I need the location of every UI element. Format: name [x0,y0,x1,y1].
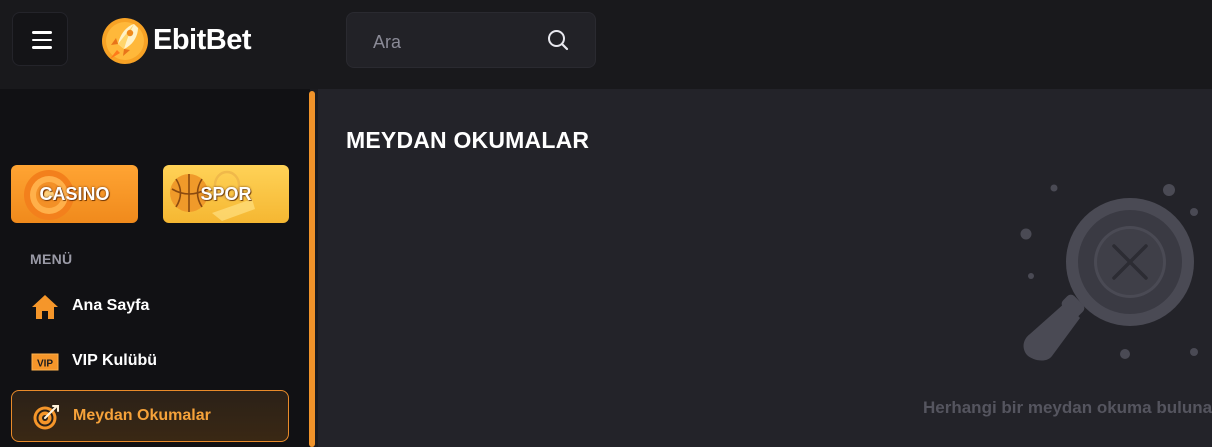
vip-icon: VIP [31,353,59,371]
empty-state-message: Herhangi bir meydan okuma bulunamadı [923,398,1212,417]
sidebar-scrollbar[interactable] [309,91,315,447]
page-title: MEYDAN OKUMALAR [346,127,590,153]
menu-heading: MENÜ [30,251,73,267]
spor-category-button[interactable]: SPOR [163,165,289,223]
hamburger-line [32,38,52,41]
casino-category-label: CASINO [39,184,110,204]
empty-search-illustration-icon [1020,184,1198,361]
hamburger-line [32,46,52,49]
search-input[interactable] [371,27,545,57]
casino-category-button[interactable]: CASINO [11,165,138,223]
home-icon [32,295,58,319]
svg-text:VIP: VIP [37,359,53,370]
sidebar-item-label: VIP Kulübü [72,352,158,369]
sidebar-item-label: Ana Sayfa [72,297,150,314]
spor-category-label: SPOR [200,184,252,204]
sidebar-item-vip-kulubu[interactable]: VIP VIP Kulübü [11,336,289,388]
brand-logo[interactable]: EbitBet [100,14,252,66]
hamburger-line [32,31,52,34]
sidebar-item-ana-sayfa[interactable]: Ana Sayfa [11,281,289,333]
rocket-logo-icon [102,18,148,64]
hamburger-menu-button[interactable] [12,12,68,66]
top-header: EbitBet [0,0,1212,89]
target-icon [33,405,59,430]
sidebar-item-label: Meydan Okumalar [73,407,211,424]
search-icon[interactable] [546,28,570,52]
brand-name: EbitBet [153,23,252,56]
sidebar-item-meydan-okumalar[interactable]: Meydan Okumalar [11,390,289,442]
